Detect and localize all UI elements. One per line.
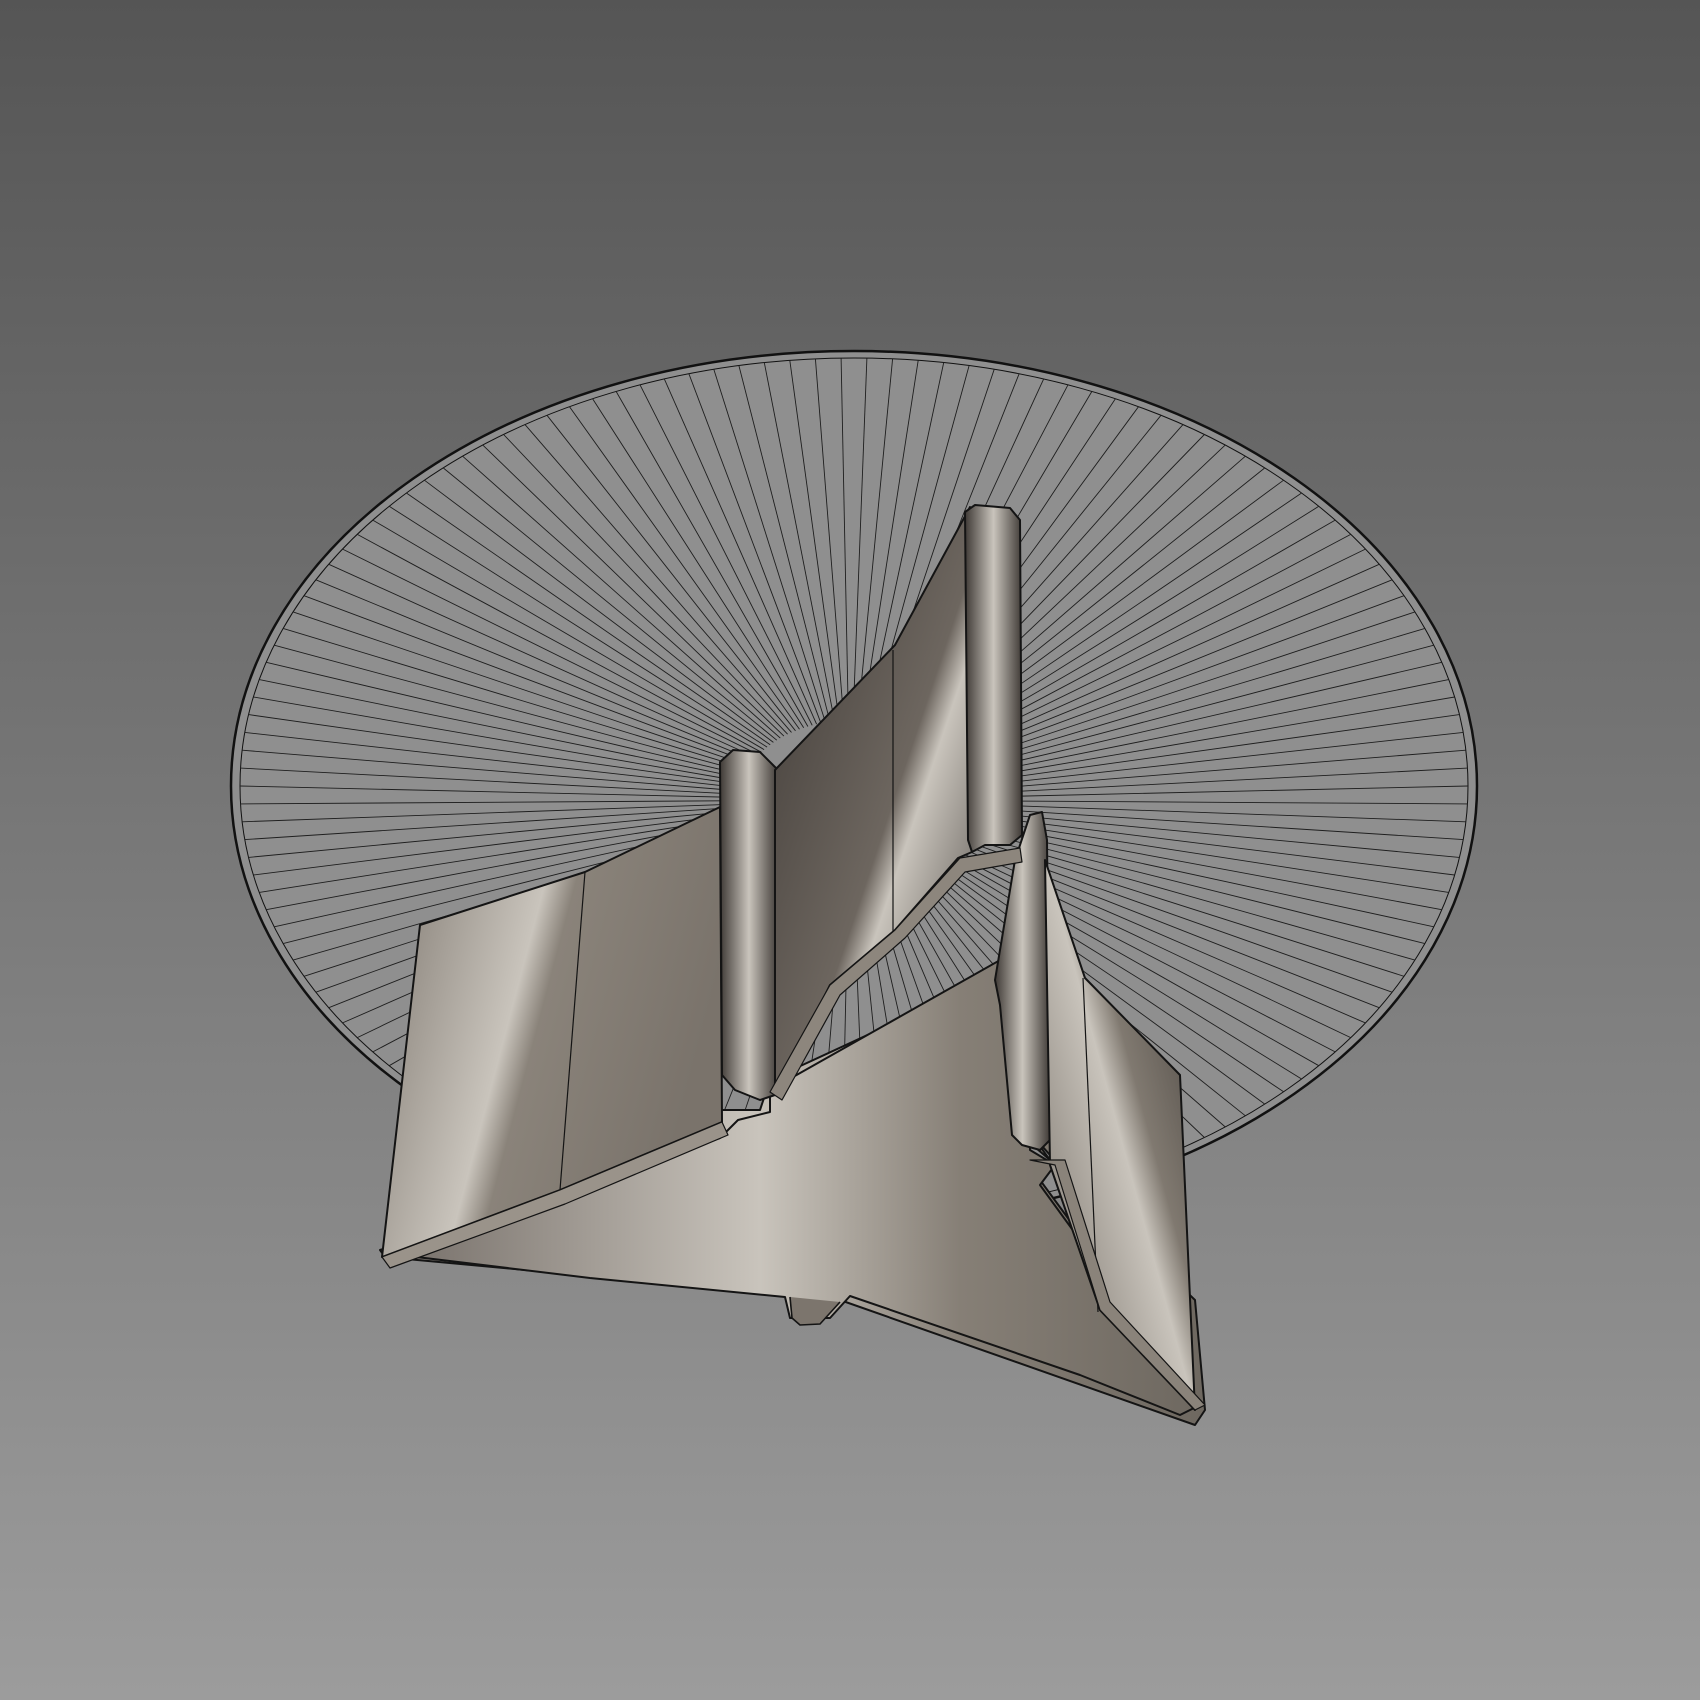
cad-viewport[interactable]	[0, 0, 1700, 1700]
center-rib-left	[719, 749, 779, 1101]
cad-model-render	[0, 0, 1700, 1700]
right-upright-rib	[964, 504, 1023, 853]
